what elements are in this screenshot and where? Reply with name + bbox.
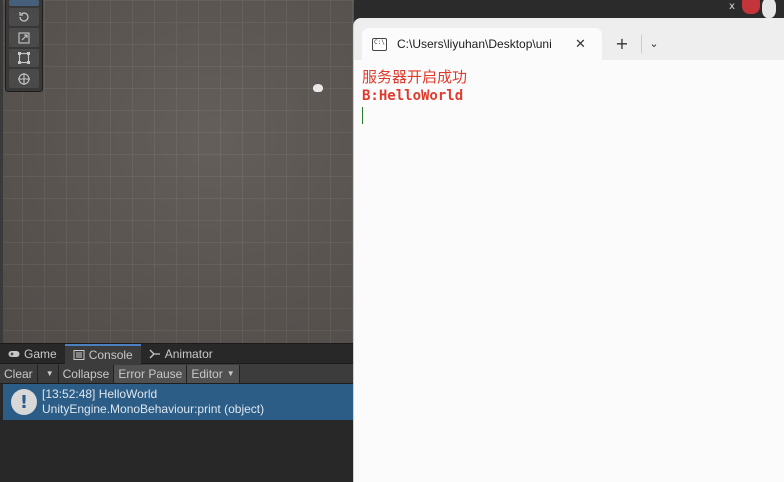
log-text: [13:52:48] HelloWorld UnityEngine.MonoBe… bbox=[42, 387, 264, 417]
animator-icon bbox=[149, 349, 160, 359]
rect-icon bbox=[18, 52, 30, 65]
editor-dropdown[interactable]: Editor ▼ bbox=[187, 364, 240, 383]
error-pause-toggle[interactable]: Error Pause bbox=[114, 364, 188, 383]
collapse-label: Collapse bbox=[62, 366, 110, 381]
chevron-down-icon: ▼ bbox=[226, 369, 235, 378]
scale-tool-button[interactable] bbox=[9, 28, 39, 47]
chevron-down-icon: ▼ bbox=[45, 369, 54, 378]
terminal-window: C:\Users\liyuhan\Desktop\uni ✕ + ⌄ 服务器开启… bbox=[353, 18, 784, 482]
scene-gizmo-x-axis[interactable] bbox=[742, 0, 760, 14]
close-icon[interactable]: ✕ bbox=[575, 37, 586, 52]
transform-toolbar bbox=[5, 0, 43, 92]
light-gizmo-icon[interactable] bbox=[313, 84, 323, 92]
tabbar-divider bbox=[641, 35, 642, 53]
tab-animator-label: Animator bbox=[164, 347, 213, 361]
rect-tool-button[interactable] bbox=[9, 48, 39, 68]
scene-edge bbox=[0, 0, 3, 343]
text-cursor bbox=[362, 107, 363, 124]
scene-gizmo-x-label[interactable]: x bbox=[729, 1, 735, 12]
hand-tool-button[interactable] bbox=[9, 0, 39, 6]
log-message: [13:52:48] HelloWorld bbox=[42, 387, 158, 401]
collapse-toggle[interactable]: Collapse bbox=[59, 364, 115, 383]
error-pause-label: Error Pause bbox=[118, 366, 183, 381]
console-panel: Game Console Animator Clear ▼ Collapse E… bbox=[0, 343, 354, 482]
log-entry[interactable]: ! [13:52:48] HelloWorld UnityEngine.Mono… bbox=[3, 384, 353, 420]
scale-icon bbox=[18, 32, 30, 44]
clear-button[interactable]: Clear bbox=[0, 364, 38, 383]
gamepad-icon bbox=[8, 351, 20, 357]
info-icon: ! bbox=[11, 389, 37, 415]
cmd-icon bbox=[372, 37, 387, 51]
new-tab-button[interactable]: + bbox=[612, 34, 632, 54]
output-line: 服务器开启成功 bbox=[362, 68, 468, 86]
chevron-down-icon[interactable]: ⌄ bbox=[644, 34, 664, 54]
clear-label: Clear bbox=[4, 366, 33, 381]
tab-console[interactable]: Console bbox=[64, 344, 141, 364]
log-stacktrace: UnityEngine.MonoBehaviour:print (object) bbox=[42, 402, 265, 416]
transform-icon bbox=[18, 72, 30, 85]
tab-animator[interactable]: Animator bbox=[141, 344, 221, 364]
terminal-tabbar: C:\Users\liyuhan\Desktop\uni ✕ + ⌄ bbox=[354, 18, 784, 60]
scene-gizmo-y-axis[interactable] bbox=[762, 0, 776, 18]
console-list-icon bbox=[73, 350, 85, 360]
terminal-output[interactable]: 服务器开启成功 B:HelloWorld bbox=[354, 60, 784, 124]
console-toolbar: Clear ▼ Collapse Error Pause Editor ▼ bbox=[0, 364, 354, 384]
clear-options-dropdown[interactable]: ▼ bbox=[38, 364, 59, 383]
transform-tool-button[interactable] bbox=[9, 69, 39, 88]
editor-label: Editor bbox=[191, 366, 223, 381]
terminal-tab-title: C:\Users\liyuhan\Desktop\uni bbox=[397, 37, 552, 51]
terminal-tab[interactable]: C:\Users\liyuhan\Desktop\uni ✕ bbox=[362, 28, 602, 60]
tab-game-label: Game bbox=[24, 347, 57, 361]
rotate-icon bbox=[19, 12, 29, 22]
panel-tabbar: Game Console Animator bbox=[0, 344, 354, 364]
rotate-tool-button[interactable] bbox=[9, 7, 39, 27]
tab-game[interactable]: Game bbox=[0, 344, 65, 364]
tab-console-label: Console bbox=[88, 348, 133, 362]
output-line: B:HelloWorld bbox=[362, 88, 464, 104]
scene-view[interactable] bbox=[0, 0, 354, 343]
